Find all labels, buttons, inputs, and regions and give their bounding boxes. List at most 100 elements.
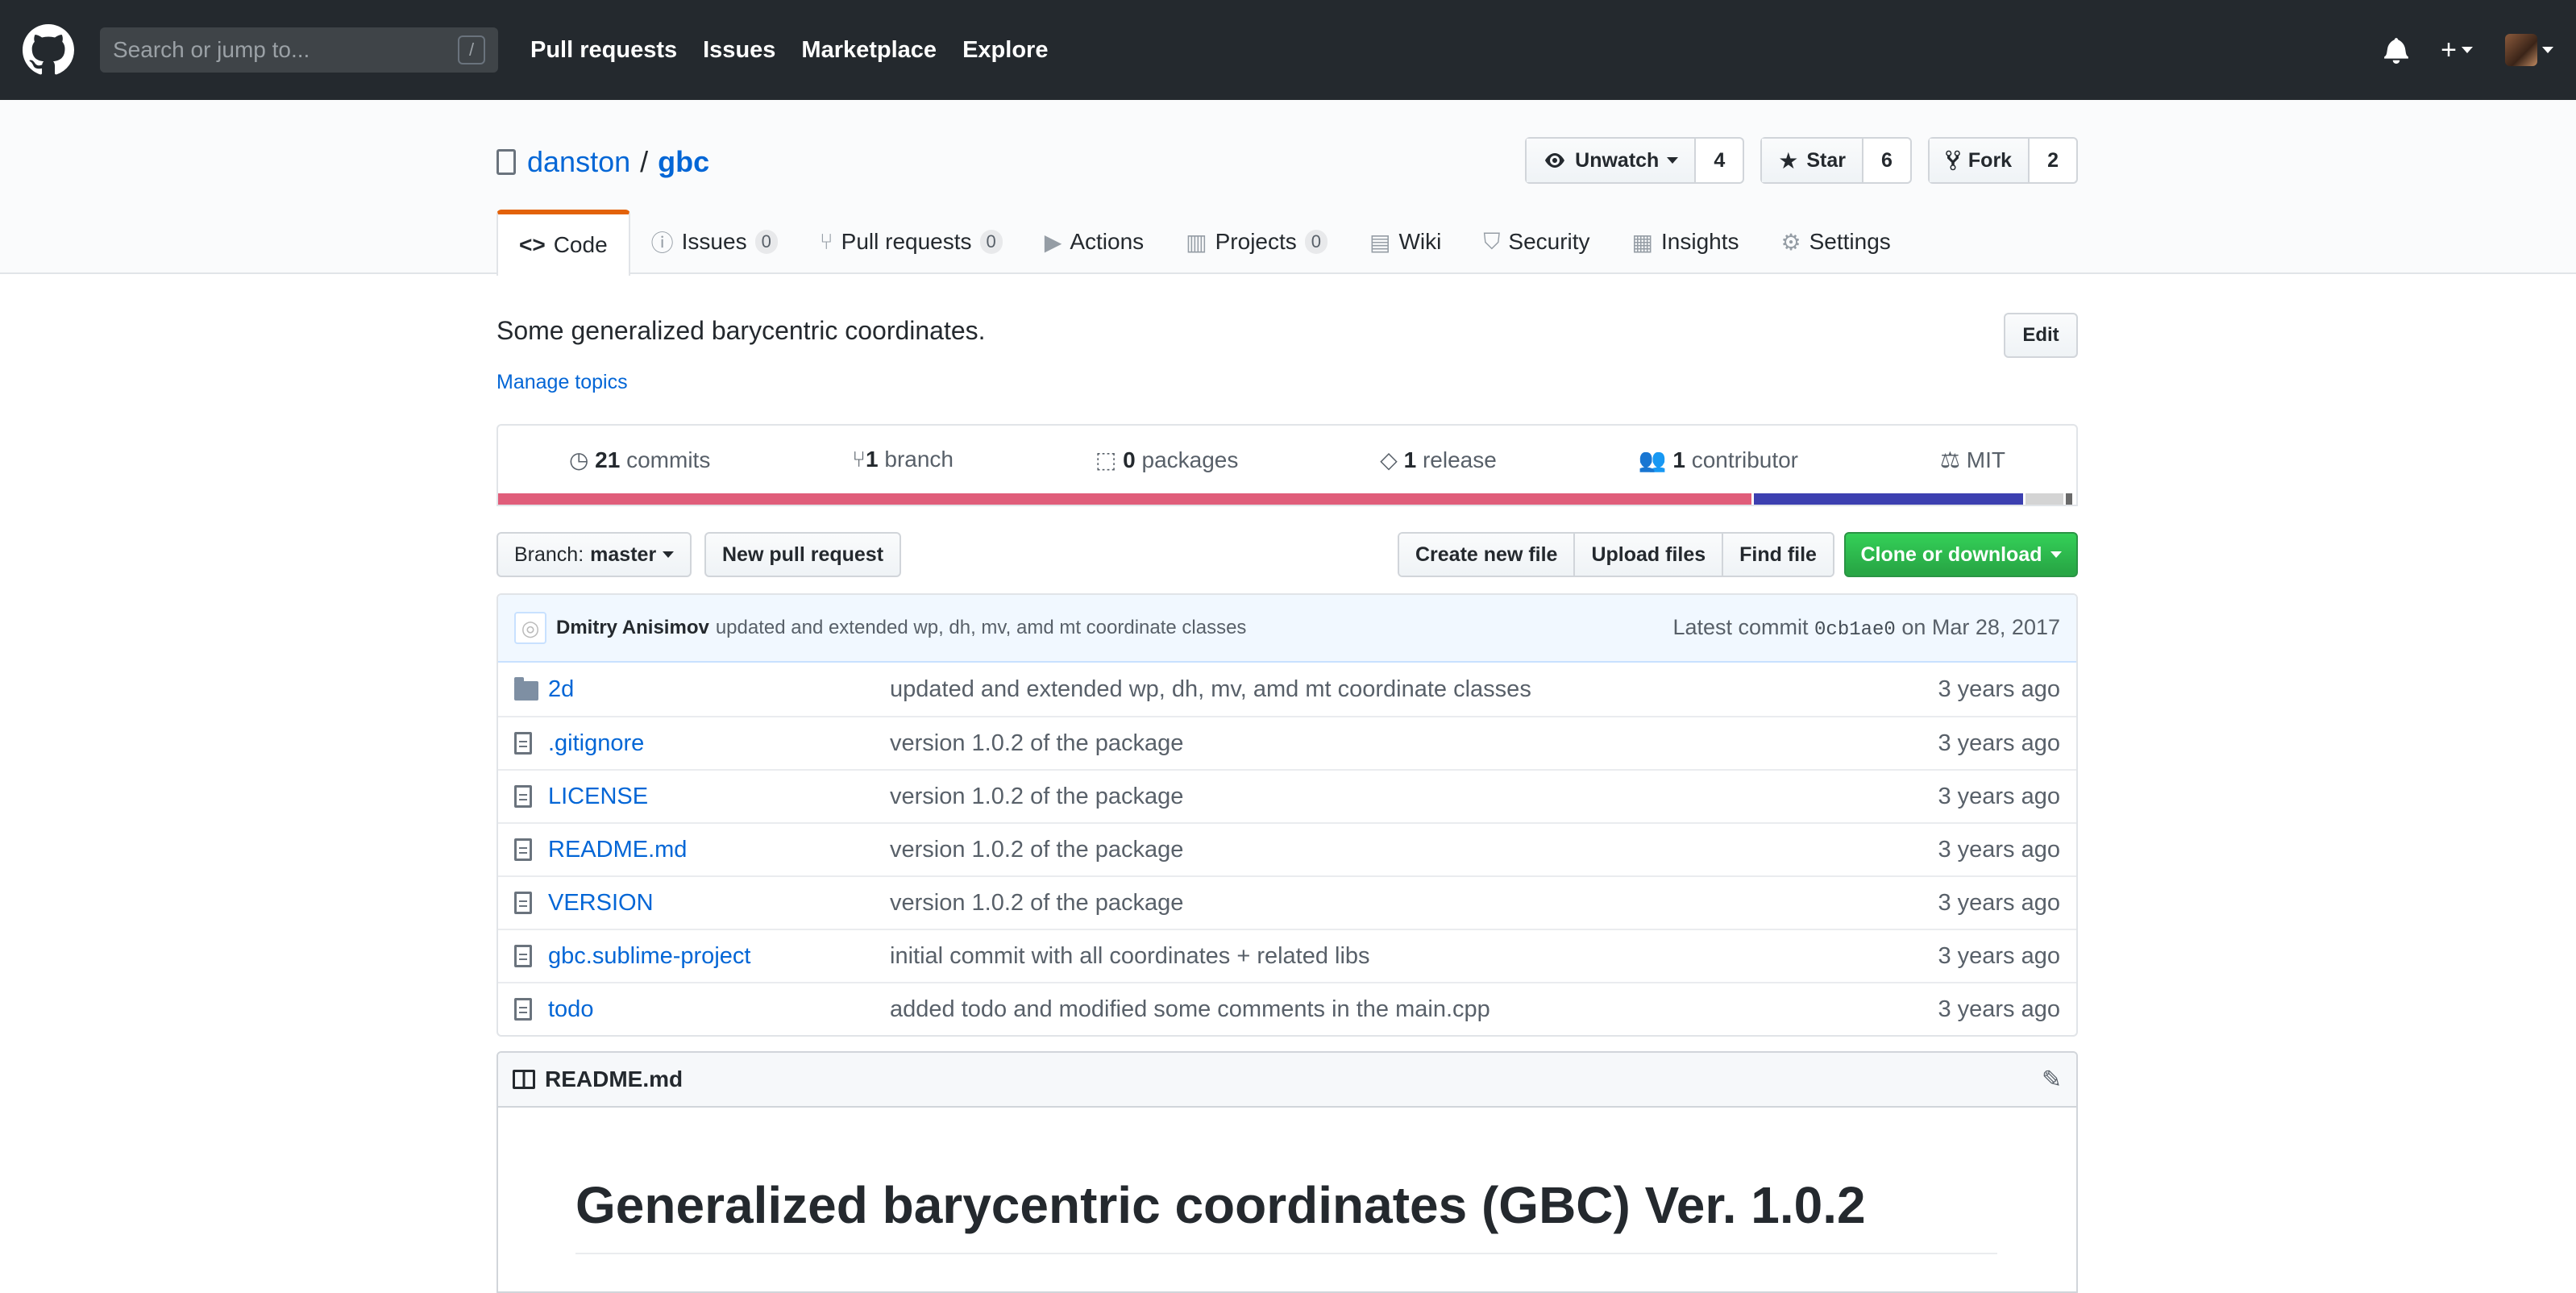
language-bar[interactable]: [498, 493, 2076, 505]
file-icon: [514, 998, 543, 1021]
graph-icon: ▦: [1631, 229, 1654, 255]
nav-issues[interactable]: Issues: [703, 37, 775, 64]
search-placeholder: Search or jump to...: [113, 37, 310, 62]
readme-box: README.md ✎ Generalized barycentric coor…: [497, 1051, 2078, 1293]
fork-label: Fork: [1967, 148, 2013, 172]
file-commit-message[interactable]: version 1.0.2 of the package: [890, 784, 1938, 810]
file-commit-message[interactable]: version 1.0.2 of the package: [890, 837, 1938, 863]
commits-label: commits: [626, 447, 711, 472]
license-link[interactable]: ⚖ MIT: [1940, 447, 2005, 473]
releases-link[interactable]: ◇ 1 release: [1380, 447, 1497, 473]
tab-settings-label: Settings: [1809, 229, 1891, 254]
path-separator: /: [640, 145, 649, 178]
gear-icon: ⚙: [1780, 229, 1801, 255]
packages-link[interactable]: ⬚ 0 packages: [1095, 447, 1238, 473]
language-segment[interactable]: [1753, 493, 2024, 505]
tab-security-label: Security: [1508, 229, 1590, 254]
language-segment[interactable]: [2066, 493, 2073, 505]
star-label: Star: [1806, 148, 1846, 172]
tab-pull-requests[interactable]: ⑂ Pull requests 0: [799, 210, 1024, 274]
latest-commit-prefix: Latest commit: [1672, 615, 1809, 639]
commit-sha[interactable]: 0cb1ae0: [1814, 619, 1896, 641]
github-logo-icon[interactable]: [23, 24, 74, 76]
find-file-button[interactable]: Find file: [1723, 534, 1833, 576]
clone-or-download-button[interactable]: Clone or download: [1844, 532, 2078, 577]
law-icon: ⚖: [1939, 447, 1961, 472]
star-count[interactable]: 6: [1863, 139, 1910, 182]
file-name-link[interactable]: README.md: [548, 837, 890, 863]
nav-pull-requests[interactable]: Pull requests: [530, 37, 677, 64]
tab-projects[interactable]: ▥ Projects 0: [1165, 210, 1348, 274]
table-row: LICENSE version 1.0.2 of the package 3 yea…: [498, 769, 2076, 822]
file-name-link[interactable]: .gitignore: [548, 730, 890, 757]
create-new-file-button[interactable]: Create new file: [1399, 534, 1576, 576]
file-commit-message[interactable]: version 1.0.2 of the package: [890, 730, 1938, 757]
play-icon: ▶: [1044, 229, 1062, 255]
contributors-link[interactable]: 👥 1 contributor: [1639, 447, 1798, 473]
repo-tabs: <> Code ⓘ Issues 0 ⑂ Pull requests 0 ▶ Actions…: [497, 210, 1912, 276]
watch-label: Unwatch: [1575, 148, 1660, 172]
file-name-link[interactable]: 2d: [548, 676, 890, 703]
commits-count: 21: [595, 447, 621, 472]
fork-count[interactable]: 2: [2030, 139, 2076, 182]
code-icon: <>: [519, 232, 546, 257]
language-segment[interactable]: [498, 493, 1751, 505]
upload-files-button[interactable]: Upload files: [1575, 534, 1724, 576]
tab-actions[interactable]: ▶ Actions: [1024, 210, 1165, 274]
packages-label: packages: [1141, 447, 1239, 472]
pencil-icon[interactable]: ✎: [2042, 1066, 2062, 1094]
language-segment[interactable]: [2025, 493, 2064, 505]
tab-issues[interactable]: ⓘ Issues 0: [630, 210, 799, 274]
star-button[interactable]: ★ Star: [1762, 139, 1863, 182]
file-name-link[interactable]: todo: [548, 996, 890, 1023]
new-pull-request-button[interactable]: New pull request: [704, 532, 902, 577]
branches-link[interactable]: ⑂1 branch: [852, 447, 954, 472]
commits-link[interactable]: ◷ 21 commits: [569, 447, 710, 473]
projects-counter: 0: [1304, 230, 1328, 254]
readme-filename: README.md: [545, 1066, 683, 1091]
author-avatar[interactable]: ◎: [514, 612, 546, 644]
edit-description-button[interactable]: Edit: [2004, 313, 2078, 358]
file-name-link[interactable]: VERSION: [548, 890, 890, 917]
file-name-link[interactable]: LICENSE: [548, 784, 890, 810]
search-input[interactable]: Search or jump to... /: [100, 27, 498, 73]
file-commit-message[interactable]: initial commit with all coordinates + re…: [890, 943, 1938, 970]
commit-author[interactable]: Dmitry Anisimov: [556, 617, 709, 639]
nav-marketplace[interactable]: Marketplace: [801, 37, 937, 64]
manage-topics-link[interactable]: Manage topics: [497, 371, 628, 394]
bell-icon[interactable]: [2384, 36, 2409, 64]
file-age: 3 years ago: [1938, 889, 2060, 916]
table-row: .gitignore version 1.0.2 of the package 3 …: [498, 716, 2076, 769]
tab-code[interactable]: <> Code: [497, 210, 630, 276]
book-icon: [513, 1070, 535, 1089]
branch-select-button[interactable]: Branch: master: [497, 532, 692, 577]
people-icon: 👥: [1638, 447, 1667, 472]
file-icon: [514, 838, 543, 861]
create-new-menu[interactable]: +: [2441, 35, 2473, 66]
watch-button[interactable]: Unwatch: [1527, 139, 1697, 182]
user-menu[interactable]: [2505, 34, 2553, 66]
file-name-link[interactable]: gbc.sublime-project: [548, 943, 890, 970]
repo-owner-link[interactable]: danston: [527, 145, 630, 179]
file-icon: [514, 732, 543, 755]
file-commit-message[interactable]: added todo and modified some comments in…: [890, 996, 1938, 1023]
file-commit-message[interactable]: version 1.0.2 of the package: [890, 890, 1938, 917]
watch-count[interactable]: 4: [1696, 139, 1743, 182]
fork-button[interactable]: Fork: [1929, 139, 2030, 182]
tab-wiki-label: Wiki: [1398, 229, 1442, 254]
repo-header: danston / gbc Unwatch 4 ★ Star 6 Fork 2 …: [0, 100, 2576, 276]
chevron-down-icon: [1667, 157, 1679, 164]
file-age: 3 years ago: [1938, 730, 2060, 756]
file-commit-message[interactable]: updated and extended wp, dh, mv, amd mt …: [890, 676, 1938, 703]
book-icon: ▤: [1369, 229, 1391, 255]
commit-message[interactable]: updated and extended wp, dh, mv, amd mt …: [716, 617, 1247, 639]
repo-name-link[interactable]: gbc: [658, 145, 709, 179]
tab-wiki[interactable]: ▤ Wiki: [1348, 210, 1462, 274]
nav-explore[interactable]: Explore: [962, 37, 1048, 64]
tab-insights[interactable]: ▦ Insights: [1611, 210, 1760, 274]
branches-count: 1: [866, 447, 879, 472]
packages-count: 0: [1123, 447, 1136, 472]
global-header: Search or jump to... / Pull requests Iss…: [0, 0, 2576, 100]
tab-security[interactable]: ⛉ Security: [1462, 210, 1610, 274]
tab-settings[interactable]: ⚙ Settings: [1760, 210, 1912, 274]
